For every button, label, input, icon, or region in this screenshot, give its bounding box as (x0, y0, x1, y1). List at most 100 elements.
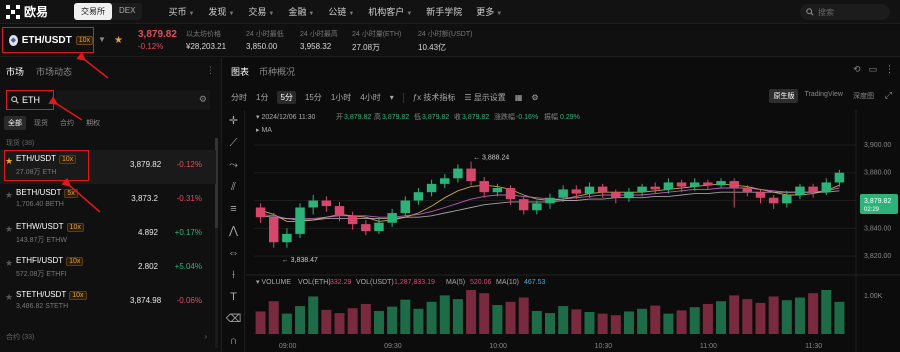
candle (321, 200, 332, 207)
volume-bar (373, 310, 384, 334)
filter-spot[interactable]: 现货 (30, 116, 52, 130)
market-row[interactable]: ★ STETH/USDT 10x 3,486.82 STETH 3,874.98 … (0, 286, 216, 320)
volume-bar (545, 313, 555, 334)
volume-bar (742, 299, 753, 334)
display-settings-button[interactable]: ☰ 显示设置 (464, 92, 505, 103)
interval-15m[interactable]: 15分 (305, 92, 322, 103)
crosshair-icon[interactable]: ✛ (223, 110, 244, 132)
favorite-star-icon[interactable]: ★ (5, 292, 13, 303)
magnet-icon[interactable]: ∩ (223, 330, 244, 352)
indicators-button[interactable]: ƒx 技术指标 (413, 92, 456, 103)
volume-bar (360, 303, 371, 334)
candle-info: ▾ 2024/12/06 11:30 开 3,879.82 高 3,879.82… (256, 112, 580, 134)
candlestick-chart[interactable]: ▾ 2024/12/06 11:30 开 3,879.82 高 3,879.82… (246, 110, 900, 352)
fib-tool-icon[interactable]: ≡ (223, 198, 244, 220)
volume-bar (821, 290, 832, 334)
volume-bar (518, 297, 529, 334)
more-options-icon[interactable]: ⋮ (885, 64, 894, 75)
channel-tool-icon[interactable]: ⫽ (223, 176, 244, 198)
gear-icon[interactable]: ⚙ (531, 93, 538, 102)
chevron-right-icon[interactable]: › (204, 332, 207, 341)
price-tag-time: 02:29 (864, 207, 880, 213)
y-tick-label: 3,820.00 (864, 253, 891, 260)
interval-time[interactable]: 分时 (231, 92, 247, 103)
tab-chart[interactable]: 图表 (231, 65, 249, 78)
filter-futures[interactable]: 合约 (56, 116, 78, 130)
favorite-star-icon[interactable]: ★ (5, 258, 13, 269)
filter-all[interactable]: 全部 (4, 116, 26, 130)
candle (795, 186, 805, 195)
tab-market[interactable]: 市场 (6, 65, 24, 78)
menu-item-institutional[interactable]: 机构客户 ▼ (368, 5, 412, 18)
menu-item-discover[interactable]: 发现 ▼ (208, 5, 234, 18)
candle (716, 181, 726, 186)
eraser-icon[interactable]: ⌫ (223, 308, 244, 330)
interval-5m[interactable]: 5分 (277, 91, 296, 104)
volume-bar (663, 313, 674, 334)
market-row[interactable]: ★ BETH/USDT 5x 1,706.40 BETH 3,873.2 -0.3… (0, 184, 216, 218)
tab-coin-overview[interactable]: 币种概况 (259, 65, 295, 78)
interval-4h[interactable]: 4小时 (360, 92, 380, 103)
ruler-icon[interactable]: ⟊ (223, 264, 244, 286)
category-filters: 全部 现货 合约 期权 (4, 116, 108, 130)
candle (703, 182, 713, 186)
tab-dex[interactable]: DEX (112, 3, 142, 20)
volume-bar (584, 312, 595, 334)
value-low: 3,879.82 (422, 114, 449, 121)
market-row[interactable]: ★ ETHFI/USDT 10x 572.08万 ETHFI 2.802 +5.0… (0, 252, 216, 286)
menu-item-trade[interactable]: 交易 ▼ (248, 5, 274, 18)
vol-tick-label: 1.00K (864, 293, 883, 300)
view-tradingview[interactable]: TradingView (800, 89, 847, 103)
favorite-star-icon[interactable]: ★ (5, 190, 13, 201)
tab-market-news[interactable]: 市场动态 (36, 65, 72, 78)
favorite-star-icon[interactable]: ★ (5, 224, 13, 235)
chevron-down-icon[interactable]: ▼ (98, 35, 106, 44)
interval-1h[interactable]: 1小时 (331, 92, 351, 103)
volume-bar (768, 296, 779, 334)
chart-tabs: 图表 币种概况 (231, 65, 305, 78)
stat-cny-price: 以太坊价格 ¥28,203.21 (186, 31, 227, 51)
volume-bar (676, 310, 687, 334)
text-tool-icon[interactable]: T (223, 286, 244, 308)
calendar-icon[interactable]: ▦ (515, 93, 523, 102)
stat-24h-high: 24 小时最高 3,958.32 (300, 31, 338, 51)
pattern-tool-icon[interactable]: ⋀ (223, 220, 244, 242)
candle (532, 203, 542, 211)
menu-item-chain[interactable]: 公链 ▼ (328, 5, 354, 18)
x-tick-label: 10:00 (489, 343, 507, 350)
more-options-icon[interactable]: ⋮ (206, 65, 215, 76)
candle (782, 194, 792, 204)
volume-bar (623, 311, 634, 334)
okx-logo[interactable]: 欧易 (6, 3, 66, 20)
view-native[interactable]: 原生版 (769, 89, 799, 103)
market-row[interactable]: ★ ETHW/USDT 10x 143.87万 ETHW 4.892 +0.17% (0, 218, 216, 252)
global-search-input[interactable]: 搜索 (800, 4, 890, 20)
window-icon[interactable]: ▭ (868, 64, 877, 75)
chevron-down-icon[interactable]: ▾ (390, 93, 394, 102)
pair-selector[interactable]: ◆ ETH/USDT 10x (2, 27, 94, 53)
ray-tool-icon[interactable]: ⤳ (223, 154, 244, 176)
ma5-value: 520.06 (470, 279, 492, 286)
chart-header-icons: ⟲ ▭ ⋮ (845, 64, 894, 75)
candle (295, 207, 305, 234)
favorite-star-icon[interactable]: ★ (114, 35, 123, 46)
menu-item-academy[interactable]: 新手学院 (426, 5, 462, 18)
volume-bar (531, 310, 542, 334)
volume-bar (452, 299, 463, 334)
measure-tool-icon[interactable]: ⇔ (223, 242, 244, 264)
settings-gear-icon[interactable]: ⚙ (199, 94, 207, 105)
filter-options[interactable]: 期权 (82, 116, 104, 130)
market-search-input[interactable]: ETH (6, 90, 54, 110)
menu-item-buy-crypto[interactable]: 买币 ▼ (168, 5, 194, 18)
fullscreen-icon[interactable]: ⤢ (885, 90, 892, 101)
menu-item-finance[interactable]: 金融 ▼ (288, 5, 314, 18)
tab-exchange[interactable]: 交易所 (74, 3, 112, 20)
menu-item-more[interactable]: 更多 ▼ (476, 5, 502, 18)
market-panel: 市场 市场动态 ⋮ ETH ⚙ 全部 现货 合约 期权 现货 (38) ★ ET… (0, 58, 222, 352)
line-tool-icon[interactable]: ⟋ (223, 132, 244, 154)
interval-1m[interactable]: 1分 (256, 92, 268, 103)
ticker-bar: ◆ ETH/USDT 10x ▼ ★ 3,879.82 -0.12% 以太坊价格… (0, 25, 900, 57)
candle (334, 206, 345, 216)
view-depth[interactable]: 深度图 (849, 89, 878, 103)
alert-icon[interactable]: ⟲ (853, 64, 861, 75)
